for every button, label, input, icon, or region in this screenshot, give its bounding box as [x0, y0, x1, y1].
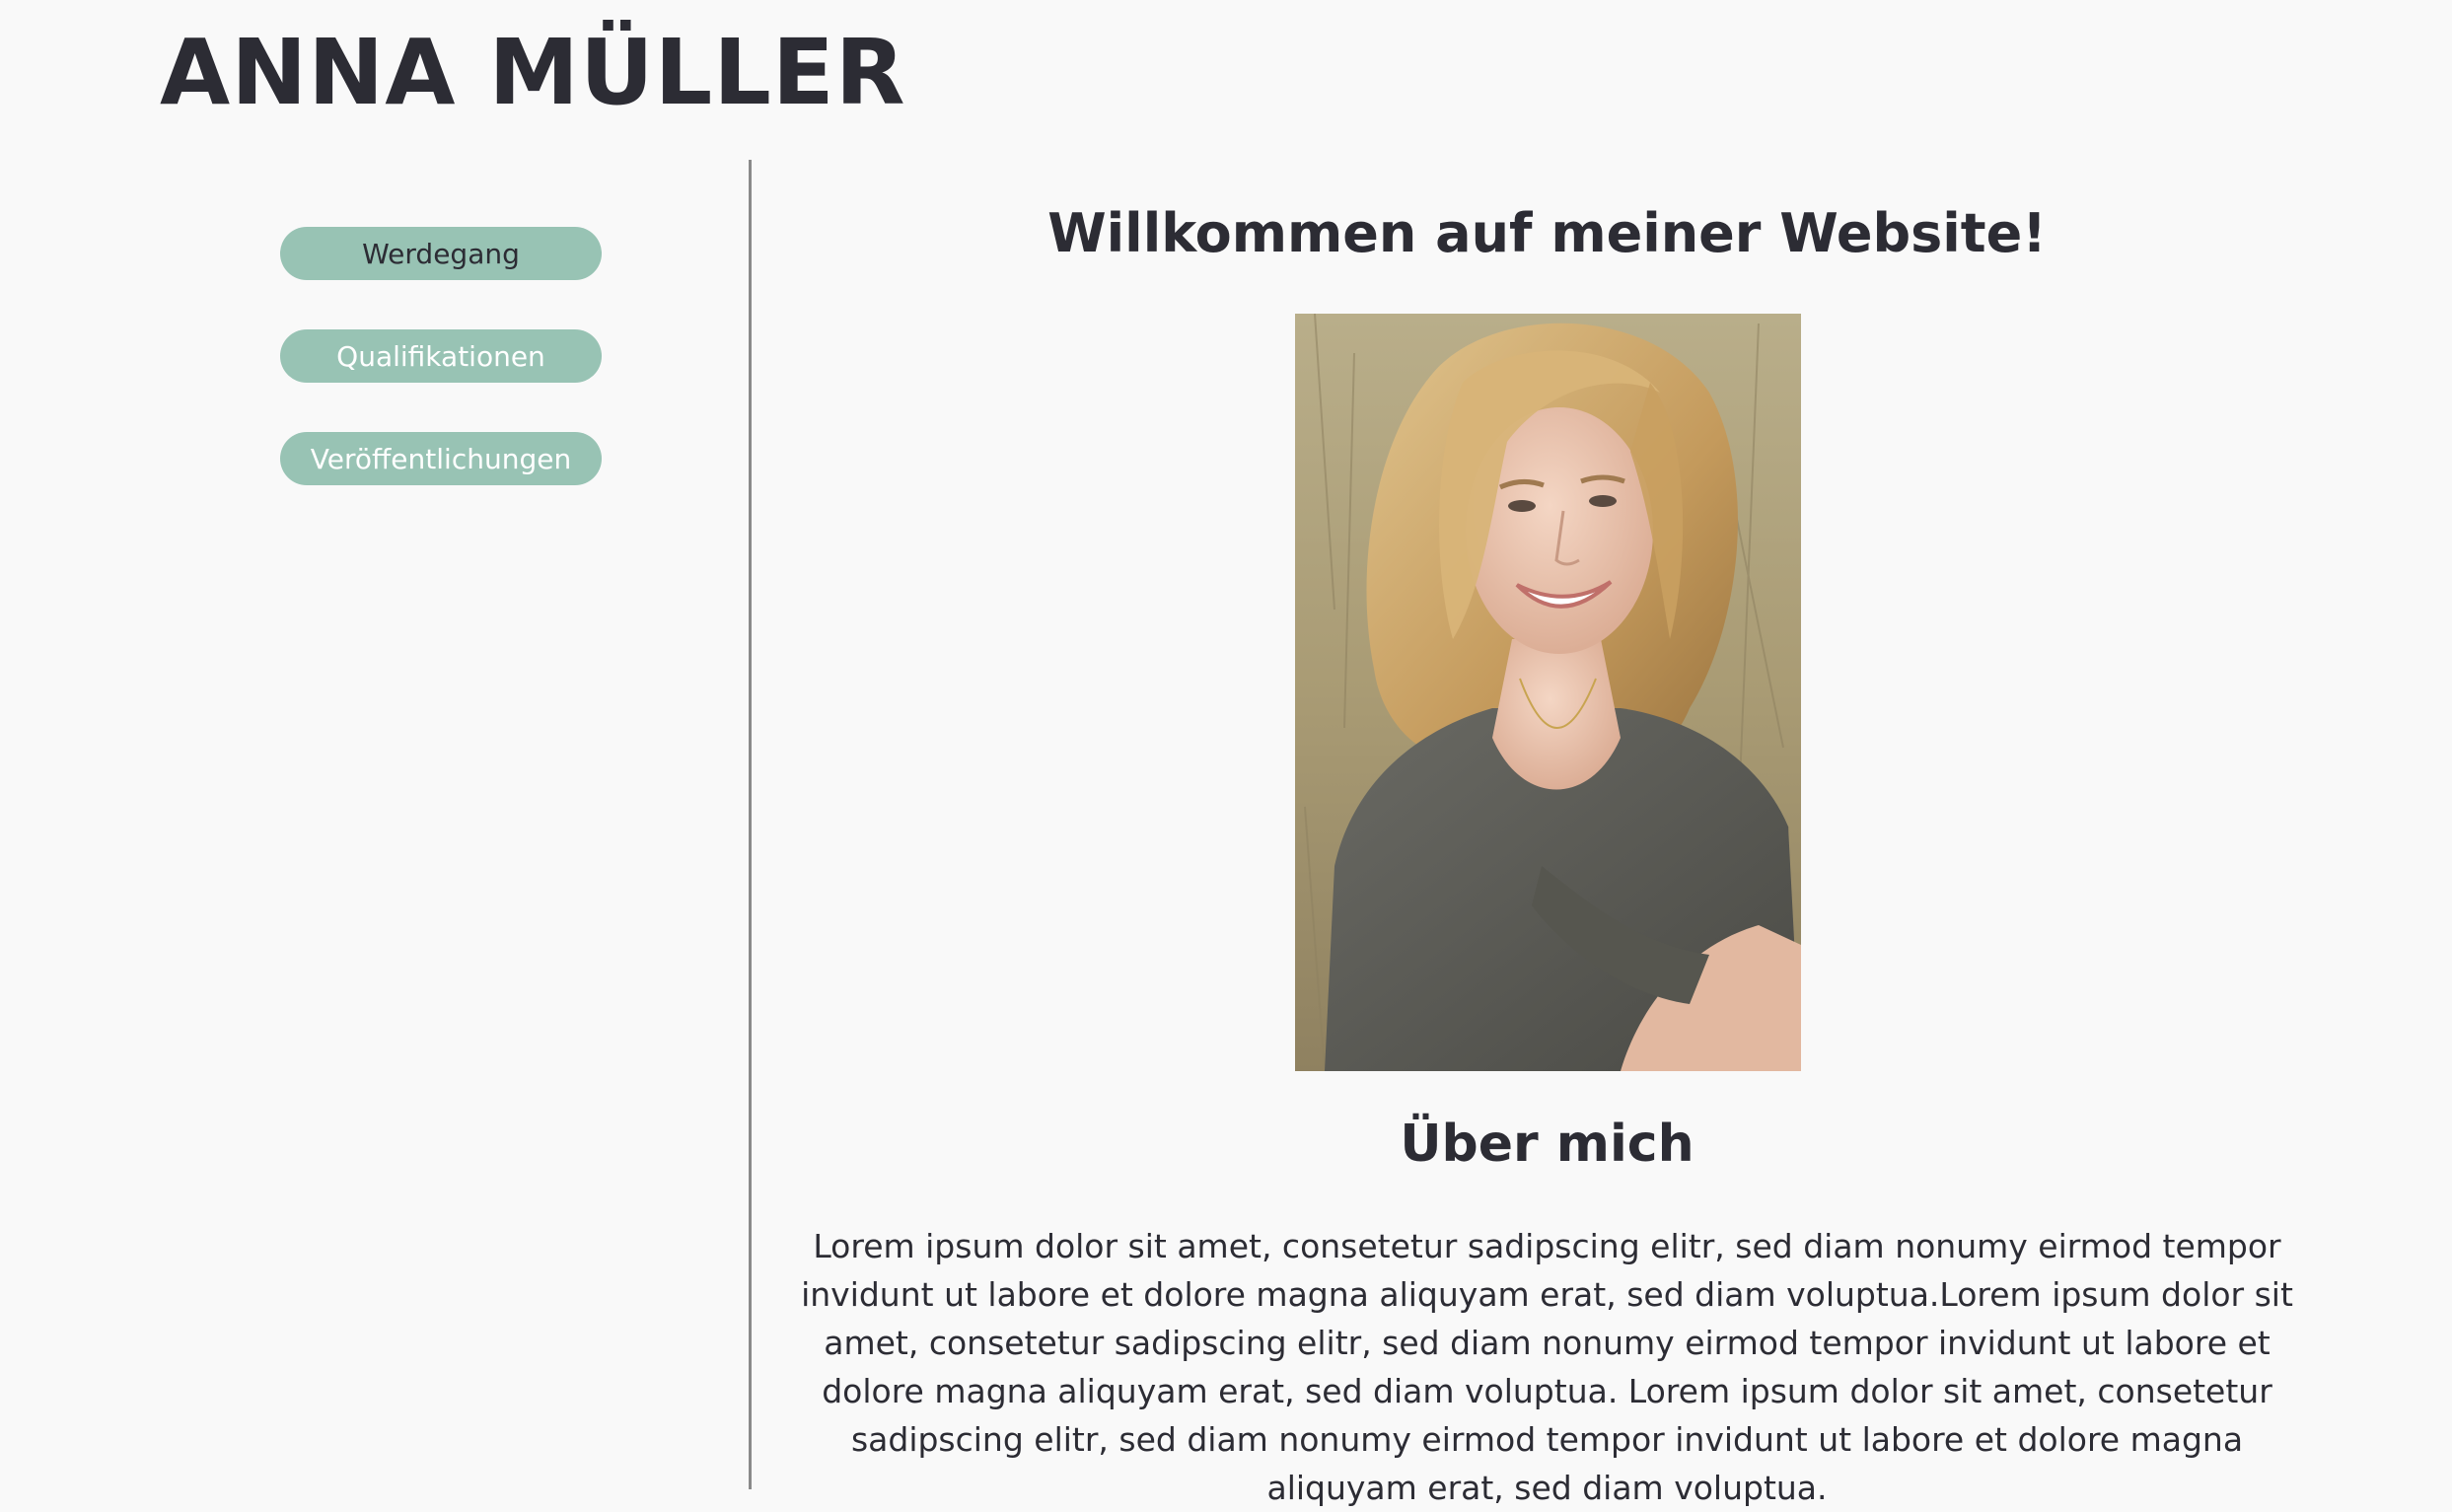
welcome-heading: Willkommen auf meiner Website! — [1047, 202, 2047, 264]
site-title: ANNA MÜLLER — [160, 20, 906, 125]
vertical-divider — [749, 160, 752, 1489]
nav-button-qualifikationen[interactable]: Qualifikationen — [280, 329, 602, 383]
nav-button-werdegang[interactable]: Werdegang — [280, 227, 602, 280]
nav-button-veroeffentlichungen[interactable]: Veröffentlichungen — [280, 432, 602, 485]
about-text: Lorem ipsum dolor sit amet, consetetur s… — [801, 1227, 2293, 1507]
portrait-photo — [1295, 314, 1801, 1071]
about-heading: Über mich — [1400, 1115, 1695, 1174]
